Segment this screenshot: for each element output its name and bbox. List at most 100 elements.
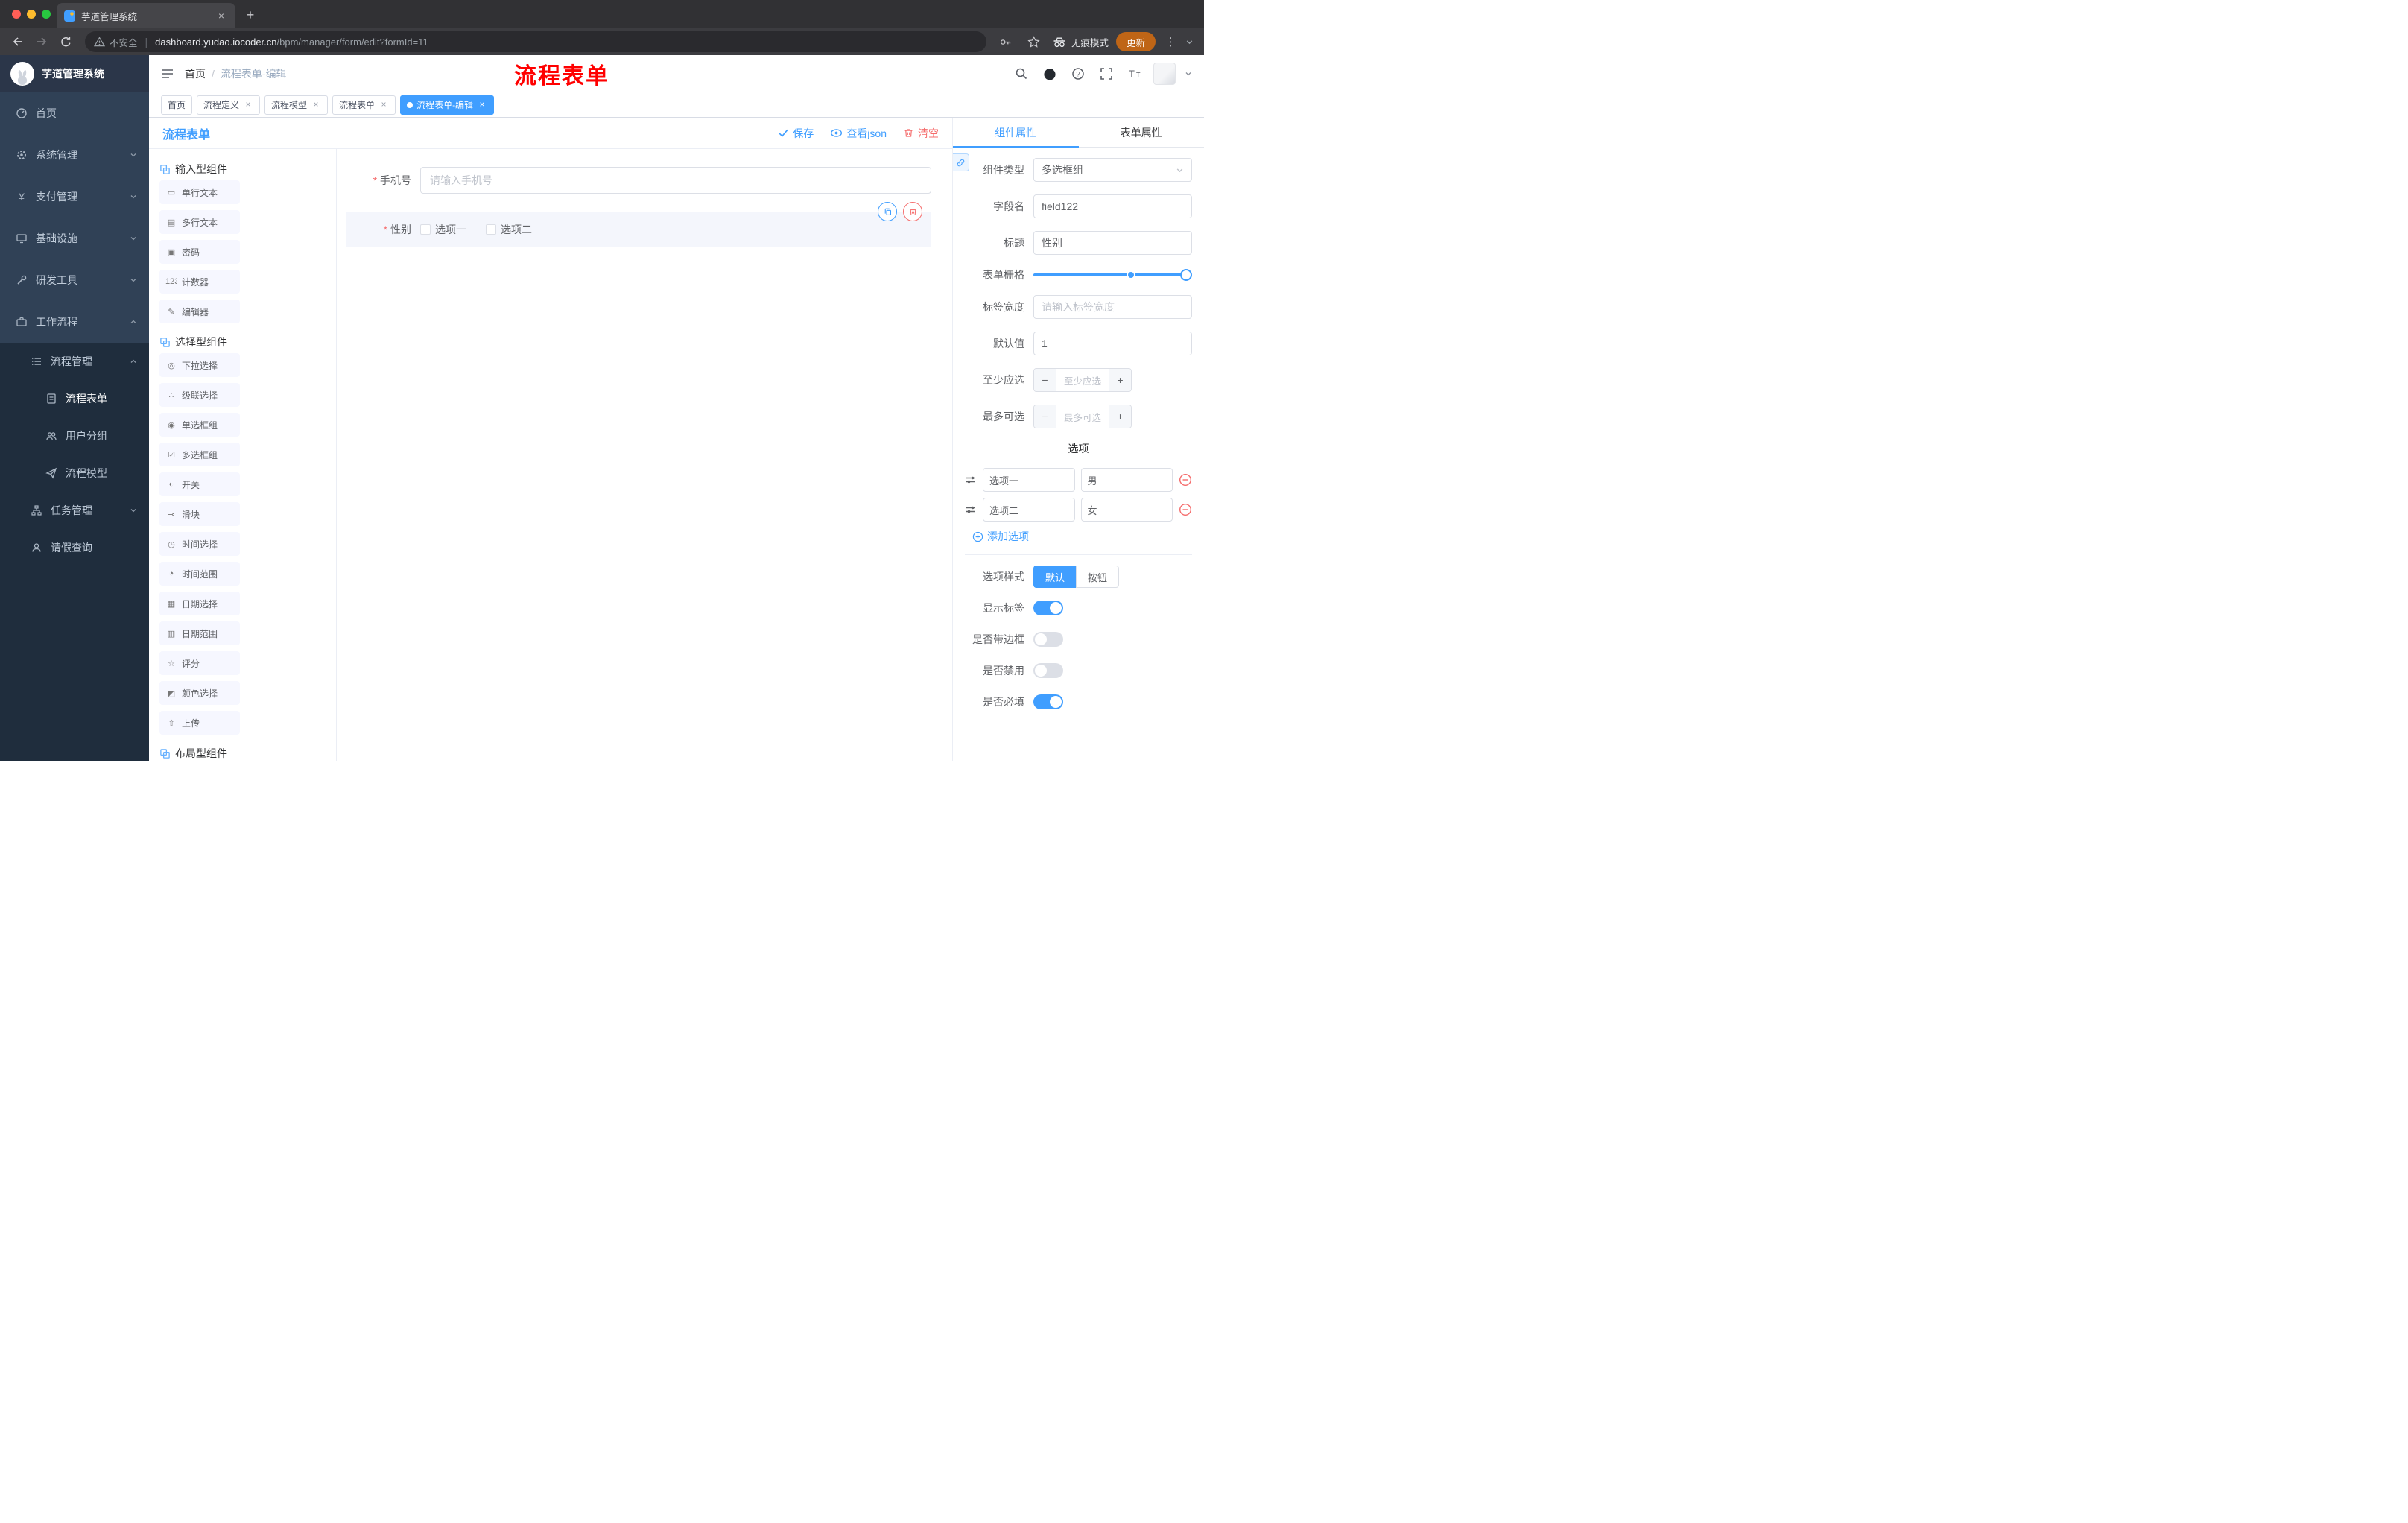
palette-item[interactable]: ◉ 单选框组 [159, 413, 240, 437]
slider-handle[interactable] [1180, 269, 1192, 281]
tab-form-props[interactable]: 表单属性 [1079, 118, 1205, 147]
palette-item[interactable]: ▭ 单行文本 [159, 180, 240, 204]
decrease-button[interactable]: − [1034, 369, 1056, 391]
toggle-switch[interactable] [1033, 663, 1063, 678]
palette-item[interactable]: ☑ 多选框组 [159, 443, 240, 466]
selected-component-gender[interactable]: 性别 选项一 选项二 [346, 202, 931, 247]
clear-button[interactable]: 清空 [903, 126, 939, 141]
palette-item[interactable]: ◩ 颜色选择 [159, 681, 240, 705]
bookmark-star-icon[interactable] [1024, 31, 1045, 52]
minimize-window-button[interactable] [27, 10, 36, 19]
gender-option2-checkbox[interactable]: 选项二 [486, 222, 532, 237]
copy-component-button[interactable] [878, 202, 897, 221]
toggle-switch[interactable] [1033, 601, 1063, 615]
decrease-button[interactable]: − [1034, 405, 1056, 428]
palette-item[interactable]: ▤ 多行文本 [159, 210, 240, 234]
palette-item[interactable]: ◎ 下拉选择 [159, 353, 240, 377]
grid-slider[interactable] [1033, 269, 1192, 281]
label-width-input[interactable] [1033, 295, 1192, 319]
palette-item[interactable]: ▦ 日期选择 [159, 592, 240, 615]
sidebar-item-payment[interactable]: ¥ 支付管理 [0, 176, 149, 218]
style-button-button[interactable]: 按钮 [1076, 566, 1120, 588]
font-size-icon[interactable]: TT [1125, 64, 1144, 83]
browser-tab[interactable]: 芋道管理系统 × [57, 3, 235, 28]
drag-handle-icon[interactable] [965, 474, 977, 486]
tag-home[interactable]: 首页 [161, 95, 193, 115]
github-icon[interactable] [1040, 64, 1059, 83]
sidebar-item-task-management[interactable]: 任务管理 [0, 492, 149, 529]
view-json-button[interactable]: 查看json [830, 126, 887, 141]
reload-button[interactable] [55, 31, 76, 52]
tab-component-props[interactable]: 组件属性 [953, 118, 1079, 148]
sidebar-item-process-model[interactable]: 流程模型 [0, 455, 149, 492]
palette-item[interactable]: ☆ 评分 [159, 651, 240, 675]
palette-item[interactable]: ◷ 时间选择 [159, 532, 240, 556]
fullscreen-icon[interactable] [1097, 64, 1116, 83]
tag-process-form[interactable]: 流程表单 × [332, 95, 396, 115]
close-tag-icon[interactable]: × [477, 99, 487, 110]
sidebar-logo[interactable]: 芋道管理系统 [0, 55, 149, 92]
sidebar-item-process-form[interactable]: 流程表单 [0, 380, 149, 417]
tag-process-model[interactable]: 流程模型 × [264, 95, 329, 115]
tag-process-form-edit[interactable]: 流程表单-编辑 × [400, 95, 495, 115]
option-value-input[interactable] [1080, 468, 1173, 492]
component-type-select[interactable]: 多选框组 [1033, 158, 1192, 182]
phone-input[interactable] [420, 167, 931, 194]
sidebar-item-user-groups[interactable]: 用户分组 [0, 417, 149, 455]
style-default-button[interactable]: 默认 [1033, 566, 1077, 588]
default-value-input[interactable] [1033, 332, 1192, 355]
close-window-button[interactable] [12, 10, 21, 19]
sidebar-item-system[interactable]: 系统管理 [0, 134, 149, 176]
toggle-switch[interactable] [1033, 694, 1063, 709]
sidebar-item-leave-query[interactable]: 请假查询 [0, 529, 149, 566]
increase-button[interactable]: + [1109, 405, 1131, 428]
palette-item[interactable]: ◐ 开关 [159, 472, 240, 496]
option-label-input[interactable] [983, 498, 1075, 522]
url-field[interactable]: 不安全 | dashboard.yudao.iocoder.cn/bpm/man… [85, 31, 986, 52]
delete-component-button[interactable] [903, 202, 922, 221]
palette-item[interactable]: ✎ 编辑器 [159, 300, 240, 323]
zoom-window-button[interactable] [42, 10, 51, 19]
avatar[interactable] [1153, 62, 1176, 85]
option-value-input[interactable] [1080, 498, 1173, 522]
chrome-caret-icon[interactable] [1185, 38, 1194, 46]
close-tag-icon[interactable]: × [378, 99, 389, 110]
option-label-input[interactable] [983, 468, 1075, 492]
toggle-switch[interactable] [1033, 632, 1063, 647]
help-icon[interactable]: ? [1068, 64, 1088, 83]
save-button[interactable]: 保存 [778, 126, 814, 141]
close-tag-icon[interactable]: × [311, 99, 321, 110]
tag-process-definition[interactable]: 流程定义 × [197, 95, 261, 115]
palette-item[interactable]: ◔ 时间范围 [159, 562, 240, 586]
hamburger-icon[interactable] [161, 67, 174, 80]
search-icon[interactable] [1012, 64, 1031, 83]
gender-option1-checkbox[interactable]: 选项一 [420, 222, 466, 237]
close-tab-icon[interactable]: × [215, 9, 228, 22]
drag-handle-icon[interactable] [965, 504, 977, 516]
update-button[interactable]: 更新 [1115, 32, 1156, 51]
close-tag-icon[interactable]: × [243, 99, 253, 110]
palette-item[interactable]: ▣ 密码 [159, 240, 240, 264]
sidebar-item-home[interactable]: 首页 [0, 92, 149, 134]
title-input[interactable] [1033, 231, 1192, 255]
sidebar-item-workflow[interactable]: 工作流程 [0, 301, 149, 343]
palette-item[interactable]: ⊸ 滑块 [159, 502, 240, 526]
palette-item[interactable]: ∴ 级联选择 [159, 383, 240, 407]
breadcrumb-home[interactable]: 首页 [185, 66, 206, 81]
forward-button[interactable] [31, 31, 52, 52]
back-button[interactable] [7, 31, 28, 52]
sidebar-item-process-management[interactable]: 流程管理 [0, 343, 149, 380]
avatar-caret-icon[interactable] [1185, 70, 1192, 77]
link-icon[interactable] [953, 153, 969, 171]
palette-item[interactable]: ▥ 日期范围 [159, 621, 240, 645]
sidebar-item-infrastructure[interactable]: 基础设施 [0, 218, 149, 259]
add-option-button[interactable]: 添加选项 [972, 529, 1192, 544]
palette-item[interactable]: ⇧ 上传 [159, 711, 240, 735]
remove-option-button[interactable] [1179, 503, 1192, 516]
key-icon[interactable] [995, 31, 1016, 52]
sidebar-item-devtools[interactable]: 研发工具 [0, 259, 149, 301]
increase-button[interactable]: + [1109, 369, 1131, 391]
remove-option-button[interactable] [1179, 473, 1192, 487]
browser-menu-icon[interactable]: ⋮ [1163, 35, 1178, 48]
new-tab-button[interactable]: + [240, 5, 261, 26]
